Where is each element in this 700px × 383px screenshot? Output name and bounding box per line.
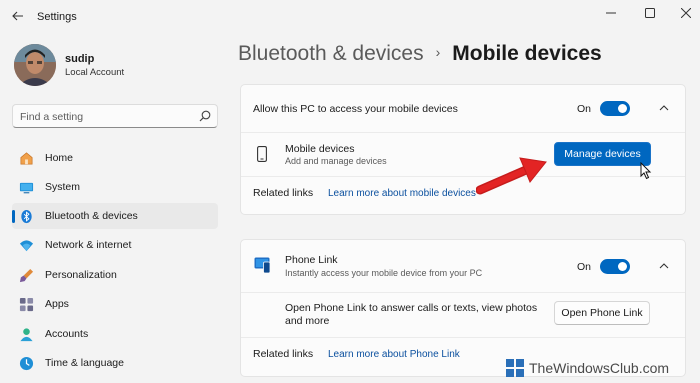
brush-icon (18, 267, 34, 283)
home-icon (18, 150, 34, 166)
title-bar: Settings (0, 0, 700, 32)
sidebar-item-apps[interactable]: Apps (12, 291, 218, 317)
user-name: sudip (65, 53, 95, 65)
open-phone-link-text-cont: and more (285, 315, 330, 327)
system-icon (18, 179, 34, 195)
apps-icon (18, 296, 34, 312)
toggle-state-label: On (577, 103, 592, 115)
maximize-icon (645, 8, 655, 18)
divider (241, 176, 685, 177)
breadcrumb: Bluetooth & devices › Mobile devices (238, 42, 602, 66)
open-phone-link-button[interactable]: Open Phone Link (554, 301, 650, 325)
windows-club-logo-icon (506, 359, 524, 377)
app-title: Settings (37, 11, 77, 23)
minimize-button[interactable] (597, 4, 625, 22)
back-arrow-icon (12, 11, 23, 21)
sidebar-item-label: System (45, 181, 81, 193)
avatar[interactable] (14, 44, 56, 86)
learn-more-phone-link[interactable]: Learn more about Phone Link (328, 349, 460, 360)
sidebar-item-label: Time & language (45, 357, 124, 369)
collapse-button[interactable] (657, 259, 671, 273)
sidebar-item-label: Home (45, 152, 74, 164)
annotation-arrow-icon (476, 157, 547, 195)
allow-access-label: Allow this PC to access your mobile devi… (253, 103, 458, 115)
maximize-button[interactable] (636, 4, 664, 22)
account-type: Local Account (65, 67, 125, 78)
phone-link-subtitle: Instantly access your mobile device from… (285, 268, 483, 278)
sidebar-item-network[interactable]: Network & internet (12, 232, 218, 258)
divider (241, 292, 685, 293)
sidebar-item-bluetooth-devices[interactable]: Bluetooth & devices (12, 203, 218, 229)
sidebar-item-label: Bluetooth & devices (45, 210, 138, 222)
learn-more-mobile-link[interactable]: Learn more about mobile devices (328, 188, 476, 199)
mobile-devices-subtitle: Add and manage devices (285, 156, 387, 166)
bluetooth-icon (18, 208, 34, 224)
close-button[interactable] (672, 4, 700, 22)
related-links-label: Related links (253, 187, 314, 199)
allow-access-toggle[interactable] (600, 101, 630, 116)
selection-indicator (12, 210, 15, 223)
mobile-devices-title: Mobile devices (285, 143, 355, 155)
chevron-up-icon (659, 105, 669, 111)
wifi-icon (18, 237, 34, 253)
sidebar-item-accounts[interactable]: Accounts (12, 321, 218, 347)
sidebar-item-label: Apps (45, 298, 69, 310)
divider (241, 132, 685, 133)
minimize-icon (606, 12, 616, 14)
sidebar-item-label: Accounts (45, 328, 89, 340)
watermark: TheWindowsClub.com (505, 355, 669, 381)
breadcrumb-parent[interactable]: Bluetooth & devices (238, 42, 424, 65)
search-box[interactable]: Find a setting (12, 104, 218, 128)
related-links-label: Related links (253, 348, 314, 360)
manage-devices-button[interactable]: Manage devices (554, 142, 651, 166)
search-icon (199, 110, 211, 122)
phone-link-icon (254, 257, 271, 274)
toggle-knob (618, 104, 627, 113)
sidebar-item-personalization[interactable]: Personalization (12, 262, 218, 288)
phone-link-title: Phone Link (285, 254, 338, 266)
mobile-devices-card: Allow this PC to access your mobile devi… (240, 84, 686, 215)
mouse-cursor-icon (640, 162, 652, 180)
sidebar-item-home[interactable]: Home (12, 145, 218, 171)
sidebar-item-label: Personalization (45, 269, 117, 281)
phone-icon (257, 146, 267, 162)
toggle-state-label: On (577, 261, 592, 273)
open-phone-link-text: Open Phone Link to answer calls or texts… (285, 302, 538, 314)
accounts-icon (18, 326, 34, 342)
divider (241, 337, 685, 338)
page-title: Mobile devices (452, 42, 602, 65)
close-icon (681, 8, 691, 18)
sidebar-item-time-language[interactable]: Time & language (12, 350, 218, 376)
time-icon (18, 355, 34, 371)
watermark-text: TheWindowsClub.com (529, 360, 670, 376)
chevron-up-icon (659, 263, 669, 269)
sidebar-item-label: Network & internet (45, 239, 132, 251)
back-button[interactable] (10, 8, 26, 24)
sidebar-item-system[interactable]: System (12, 174, 218, 200)
toggle-knob (618, 262, 627, 271)
search-input[interactable]: Find a setting (20, 111, 83, 123)
collapse-button[interactable] (657, 101, 671, 115)
breadcrumb-chevron-icon: › (435, 44, 441, 60)
avatar-photo (14, 44, 56, 86)
phone-link-toggle[interactable] (600, 259, 630, 274)
